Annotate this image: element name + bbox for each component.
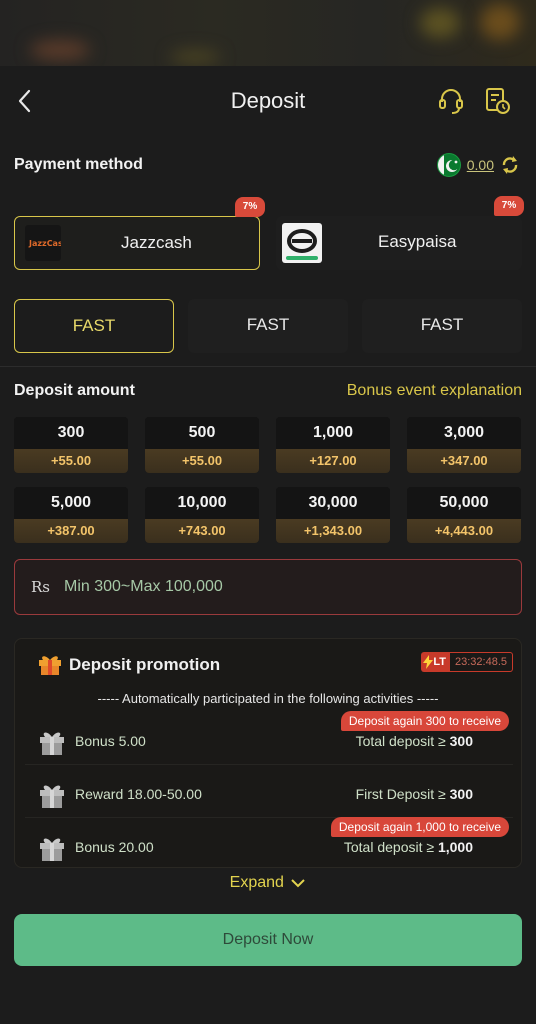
headset-icon bbox=[439, 89, 463, 114]
payment-method-label: Payment method bbox=[14, 156, 143, 173]
activity-name: Bonus 5.00 bbox=[75, 733, 146, 749]
amount-bonus: +55.00 bbox=[145, 449, 259, 473]
fee-badge: 7% bbox=[235, 197, 265, 217]
deposit-panel: Deposit Payment method 0.00 JazzCas Jazz… bbox=[0, 66, 536, 1024]
easypaisa-logo bbox=[282, 223, 322, 263]
amount-input[interactable] bbox=[64, 578, 484, 596]
amount-bonus: +55.00 bbox=[14, 449, 128, 473]
gift-icon bbox=[37, 652, 63, 676]
gift-box-icon bbox=[37, 780, 67, 810]
payment-method-name: Easypaisa bbox=[378, 232, 457, 251]
activity-condition: Total deposit ≥ 1,000 bbox=[343, 839, 473, 855]
jazzcash-logo: JazzCash bbox=[25, 225, 61, 261]
gift-box-icon bbox=[37, 833, 67, 863]
deposit-again-tip: Deposit again 300 to receive bbox=[340, 711, 509, 731]
background-blur bbox=[0, 0, 536, 66]
history-button[interactable] bbox=[484, 86, 512, 116]
amount-option[interactable]: 1,000 +127.00 bbox=[276, 417, 390, 473]
amount-value: 300 bbox=[14, 417, 128, 449]
amount-bonus: +743.00 bbox=[145, 519, 259, 543]
channel-fast-3[interactable]: FAST bbox=[362, 299, 522, 353]
promotion-title: Deposit promotion bbox=[69, 655, 221, 674]
payment-method-name: Jazzcash bbox=[121, 233, 192, 252]
amount-bonus: +1,343.00 bbox=[276, 519, 390, 543]
activity-row: Bonus 5.00 Total deposit ≥ 300 Deposit a… bbox=[25, 711, 513, 765]
countdown: 23:32:48.5 bbox=[450, 652, 513, 672]
deposit-now-button[interactable]: Deposit Now bbox=[14, 914, 522, 966]
payment-method-jazzcash[interactable]: JazzCash Jazzcash 7% bbox=[14, 197, 265, 270]
amount-value: 10,000 bbox=[145, 487, 259, 519]
amount-value: 30,000 bbox=[276, 487, 390, 519]
limited-time-timer: LT 23:32:48.5 bbox=[421, 651, 513, 673]
amount-value: 5,000 bbox=[14, 487, 128, 519]
pakistan-flag-icon bbox=[436, 153, 461, 177]
channel-fast-2[interactable]: FAST bbox=[188, 299, 348, 353]
activity-name: Reward 18.00-50.00 bbox=[75, 786, 202, 802]
lt-tag: LT bbox=[421, 652, 450, 672]
amount-option[interactable]: 30,000 +1,343.00 bbox=[276, 487, 390, 543]
expand-button[interactable]: Expand bbox=[0, 874, 536, 892]
amount-bonus: +4,443.00 bbox=[407, 519, 521, 543]
amount-bonus: +127.00 bbox=[276, 449, 390, 473]
divider bbox=[0, 366, 536, 367]
amount-input-box[interactable]: Rs bbox=[14, 559, 522, 615]
record-clock-icon bbox=[486, 88, 510, 114]
currency-symbol: Rs bbox=[31, 578, 50, 596]
activity-condition: Total deposit ≥ 300 bbox=[355, 733, 473, 749]
amount-value: 3,000 bbox=[407, 417, 521, 449]
activity-row: Reward 18.00-50.00 First Deposit ≥ 300 bbox=[25, 772, 513, 818]
activity-row: Bonus 20.00 Total deposit ≥ 1,000 Deposi… bbox=[25, 817, 513, 871]
amount-bonus: +387.00 bbox=[14, 519, 128, 543]
deposit-promotion-card: Deposit promotion LT 23:32:48.5 ----- Au… bbox=[14, 638, 522, 868]
amount-value: 1,000 bbox=[276, 417, 390, 449]
deposit-again-tip: Deposit again 1,000 to receive bbox=[330, 817, 509, 837]
amount-option[interactable]: 50,000 +4,443.00 bbox=[407, 487, 521, 543]
header: Deposit bbox=[0, 66, 536, 136]
lightning-icon bbox=[423, 655, 434, 669]
expand-label: Expand bbox=[229, 874, 284, 891]
amount-option[interactable]: 300 +55.00 bbox=[14, 417, 128, 473]
fee-badge: 7% bbox=[494, 196, 524, 216]
refresh-icon bbox=[502, 156, 518, 174]
activity-name: Bonus 20.00 bbox=[75, 839, 154, 855]
channel-fast-1[interactable]: FAST bbox=[14, 299, 174, 353]
support-button[interactable] bbox=[437, 86, 465, 116]
amount-option[interactable]: 10,000 +743.00 bbox=[145, 487, 259, 543]
amount-value: 50,000 bbox=[407, 487, 521, 519]
refresh-button[interactable] bbox=[500, 155, 520, 175]
chevron-down-icon bbox=[291, 879, 306, 888]
bonus-event-link[interactable]: Bonus event explanation bbox=[347, 382, 522, 400]
gift-box-icon bbox=[37, 727, 67, 757]
amount-bonus: +347.00 bbox=[407, 449, 521, 473]
balance-display: 0.00 bbox=[436, 152, 520, 178]
amount-option[interactable]: 3,000 +347.00 bbox=[407, 417, 521, 473]
amount-value: 500 bbox=[145, 417, 259, 449]
amount-option[interactable]: 5,000 +387.00 bbox=[14, 487, 128, 543]
deposit-amount-label: Deposit amount bbox=[14, 382, 135, 399]
amount-option[interactable]: 500 +55.00 bbox=[145, 417, 259, 473]
payment-method-easypaisa[interactable]: Easypaisa 7% bbox=[276, 196, 524, 270]
balance-value: 0.00 bbox=[466, 157, 494, 173]
activity-condition: First Deposit ≥ 300 bbox=[355, 786, 473, 802]
auto-participate-text: ----- Automatically participated in the … bbox=[97, 691, 439, 706]
